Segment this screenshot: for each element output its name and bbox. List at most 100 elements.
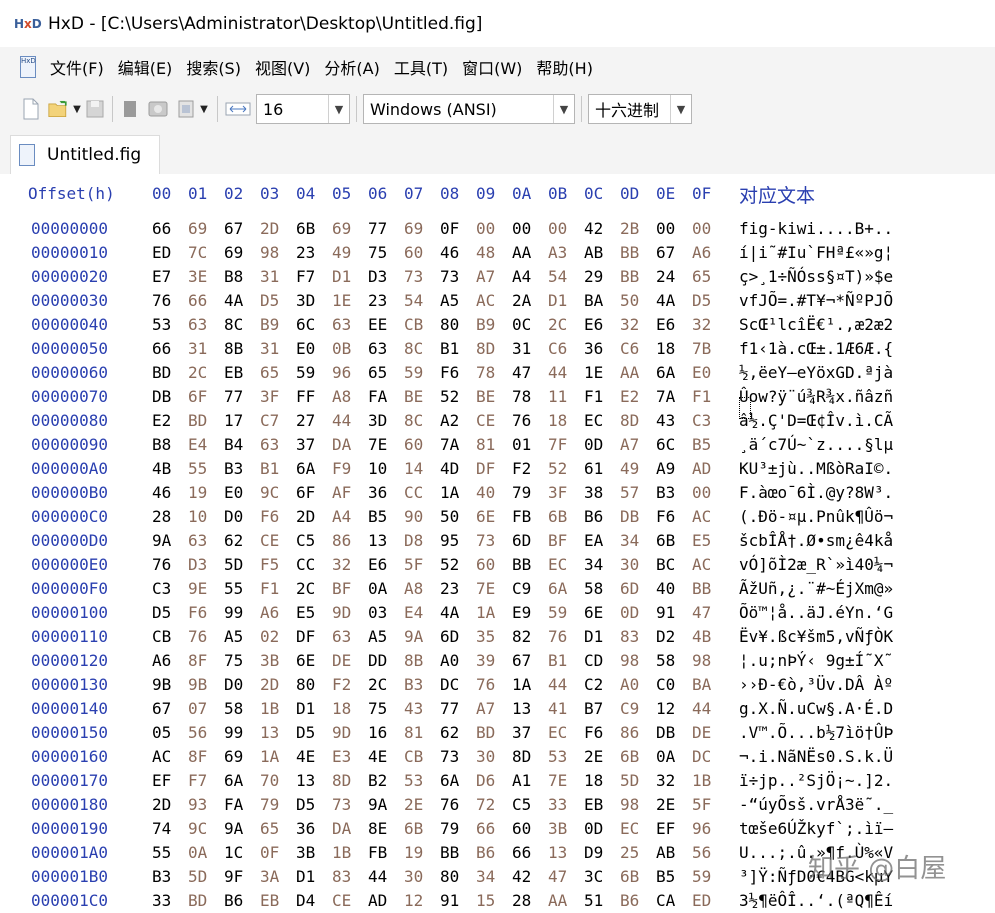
hex-byte[interactable]: 1E [332,289,351,313]
open-dropdown-icon[interactable]: ▼ [70,97,84,121]
hex-byte[interactable]: CE [476,409,495,433]
hex-byte[interactable]: 6D [440,625,459,649]
hex-byte[interactable]: F7 [296,265,315,289]
memory-dropdown-icon[interactable]: ▼ [197,97,211,121]
hex-byte[interactable]: C0 [656,673,675,697]
hex-byte[interactable]: B7 [584,697,603,721]
hex-byte[interactable]: EA [584,529,603,553]
hex-byte[interactable]: 56 [188,721,207,745]
hex-byte[interactable]: 7E [368,433,387,457]
hex-byte[interactable]: 10 [368,457,387,481]
hex-byte[interactable]: 66 [476,817,495,841]
row-text[interactable]: (.Ðö-¤µ.Pnûk¶Ûö¬ [739,505,893,529]
row-text[interactable]: vÓ]õÌ2æ_R`»ì40¼¬ [739,553,893,577]
hex-byte[interactable]: 23 [440,577,459,601]
row-text[interactable]: ï÷jp..²SjÖ¡~.]2. [739,769,893,793]
hex-row[interactable]: 00000100 D5 F6 99 A6 E5 9D 03 E4 4A 1A E9 59 6E 0D 91 47… [0,601,995,625]
hex-row[interactable]: 00000060 BD 2C EB 65 59 96 65 59 F6 78 47 44 1E AA 6A E0… [0,361,995,385]
hex-byte[interactable]: 80 [440,865,459,889]
hex-byte[interactable]: 58 [584,577,603,601]
hex-byte[interactable]: 93 [188,793,207,817]
hex-byte[interactable]: 9A [224,817,243,841]
hex-byte[interactable]: FA [224,793,243,817]
hex-byte[interactable]: 95 [440,529,459,553]
hex-byte[interactable]: 12 [404,889,423,913]
hex-byte[interactable]: 0F [260,841,279,865]
hex-byte[interactable]: 46 [440,241,459,265]
hex-byte[interactable]: DF [296,625,315,649]
hex-row[interactable]: 00000070 DB 6F 77 3F FF A8 FA BE 52 BE 78 11 F1 E2 7A F1… [0,385,995,409]
hex-byte[interactable]: 52 [440,385,459,409]
hex-byte[interactable]: 30 [404,865,423,889]
hex-byte[interactable]: 1A [260,745,279,769]
hex-byte[interactable]: 00 [656,217,675,241]
hex-byte[interactable]: 9F [224,865,243,889]
row-text[interactable]: ¬.i.NãNËs0.S.k.Ü [739,745,893,769]
hex-byte[interactable]: A5 [368,625,387,649]
hex-byte[interactable]: AD [368,889,387,913]
hex-byte[interactable]: 37 [512,721,531,745]
hex-byte[interactable]: 32 [332,553,351,577]
hex-byte[interactable]: B3 [656,481,675,505]
hex-byte[interactable]: 78 [476,361,495,385]
row-text[interactable]: ¦.u;nÞÝ‹ 9g±Í˜X˜ [739,649,893,673]
hex-byte[interactable]: 69 [404,217,423,241]
hex-byte[interactable]: 66 [512,841,531,865]
hex-byte[interactable]: 98 [260,241,279,265]
hex-byte[interactable]: 86 [332,529,351,553]
hex-byte[interactable]: F6 [188,601,207,625]
hex-row[interactable]: 000001C0 33 BD B6 EB D4 CE AD 12 91 15 28 AA 51 B6 CA ED… [0,889,995,913]
row-text[interactable]: -“úyÕsš.vrÅ3ë˜._ [739,793,893,817]
row-text[interactable]: Ëv¥.ßc¥šm5‚vÑƒÒK [739,625,893,649]
hex-byte[interactable]: 44 [548,673,567,697]
hex-byte[interactable]: FF [296,385,315,409]
hex-byte[interactable]: 0A [188,841,207,865]
offset-base-combo[interactable]: 十六进制 ▼ [588,94,692,124]
hex-byte[interactable]: 91 [656,601,675,625]
hex-byte[interactable]: 4A [224,289,243,313]
hex-byte[interactable]: 01 [512,433,531,457]
hex-byte[interactable]: 3E [188,265,207,289]
hex-byte[interactable]: 65 [260,361,279,385]
menu-view[interactable]: 视图(V) [255,55,310,79]
hex-byte[interactable]: 14 [404,457,423,481]
hex-byte[interactable]: 73 [440,265,459,289]
row-text[interactable]: í|i˜#Iu`FHª£«»g¦ [739,241,893,265]
hex-byte[interactable]: 9B [152,673,171,697]
hex-byte[interactable]: 62 [440,721,459,745]
hex-byte[interactable]: 6E [476,505,495,529]
hex-byte[interactable]: 13 [260,721,279,745]
hex-byte[interactable]: 55 [188,457,207,481]
hex-byte[interactable]: BE [476,385,495,409]
hex-byte[interactable]: BA [692,673,711,697]
hex-byte[interactable]: D3 [368,265,387,289]
hex-byte[interactable]: B4 [224,433,243,457]
hex-byte[interactable]: 1E [584,361,603,385]
hex-byte[interactable]: DC [692,745,711,769]
hex-byte[interactable]: 59 [296,361,315,385]
hex-byte[interactable]: BD [476,721,495,745]
hex-byte[interactable]: BE [404,385,423,409]
hex-byte[interactable]: 58 [224,697,243,721]
hex-byte[interactable]: A5 [224,625,243,649]
hex-byte[interactable]: 3B [296,841,315,865]
hex-byte[interactable]: 2E [656,793,675,817]
row-text[interactable]: ››Ð-€ò,³Üv.DÂ Àº [739,673,893,697]
hex-byte[interactable]: 6D [620,577,639,601]
hex-row[interactable]: 000000A0 4B 55 B3 B1 6A F9 10 14 4D DF F2 52 61 49 A9 AD… [0,457,995,481]
hex-byte[interactable]: 0F [440,217,459,241]
hex-byte[interactable]: AC [692,505,711,529]
hex-byte[interactable]: D6 [476,769,495,793]
hex-byte[interactable]: E9 [512,601,531,625]
hex-byte[interactable]: DD [368,649,387,673]
hex-byte[interactable]: B6 [224,889,243,913]
hex-byte[interactable]: 81 [404,721,423,745]
hex-byte[interactable]: 98 [692,649,711,673]
hex-byte[interactable]: EC [620,817,639,841]
hex-row[interactable]: 00000040 53 63 8C B9 6C 63 EE CB 80 B9 0C 2C E6 32 E6 32… [0,313,995,337]
menu-analysis[interactable]: 分析(A) [324,55,379,79]
hex-byte[interactable]: EC [584,409,603,433]
hex-byte[interactable]: E0 [296,337,315,361]
hex-byte[interactable]: A8 [404,577,423,601]
hex-byte[interactable]: 42 [584,217,603,241]
